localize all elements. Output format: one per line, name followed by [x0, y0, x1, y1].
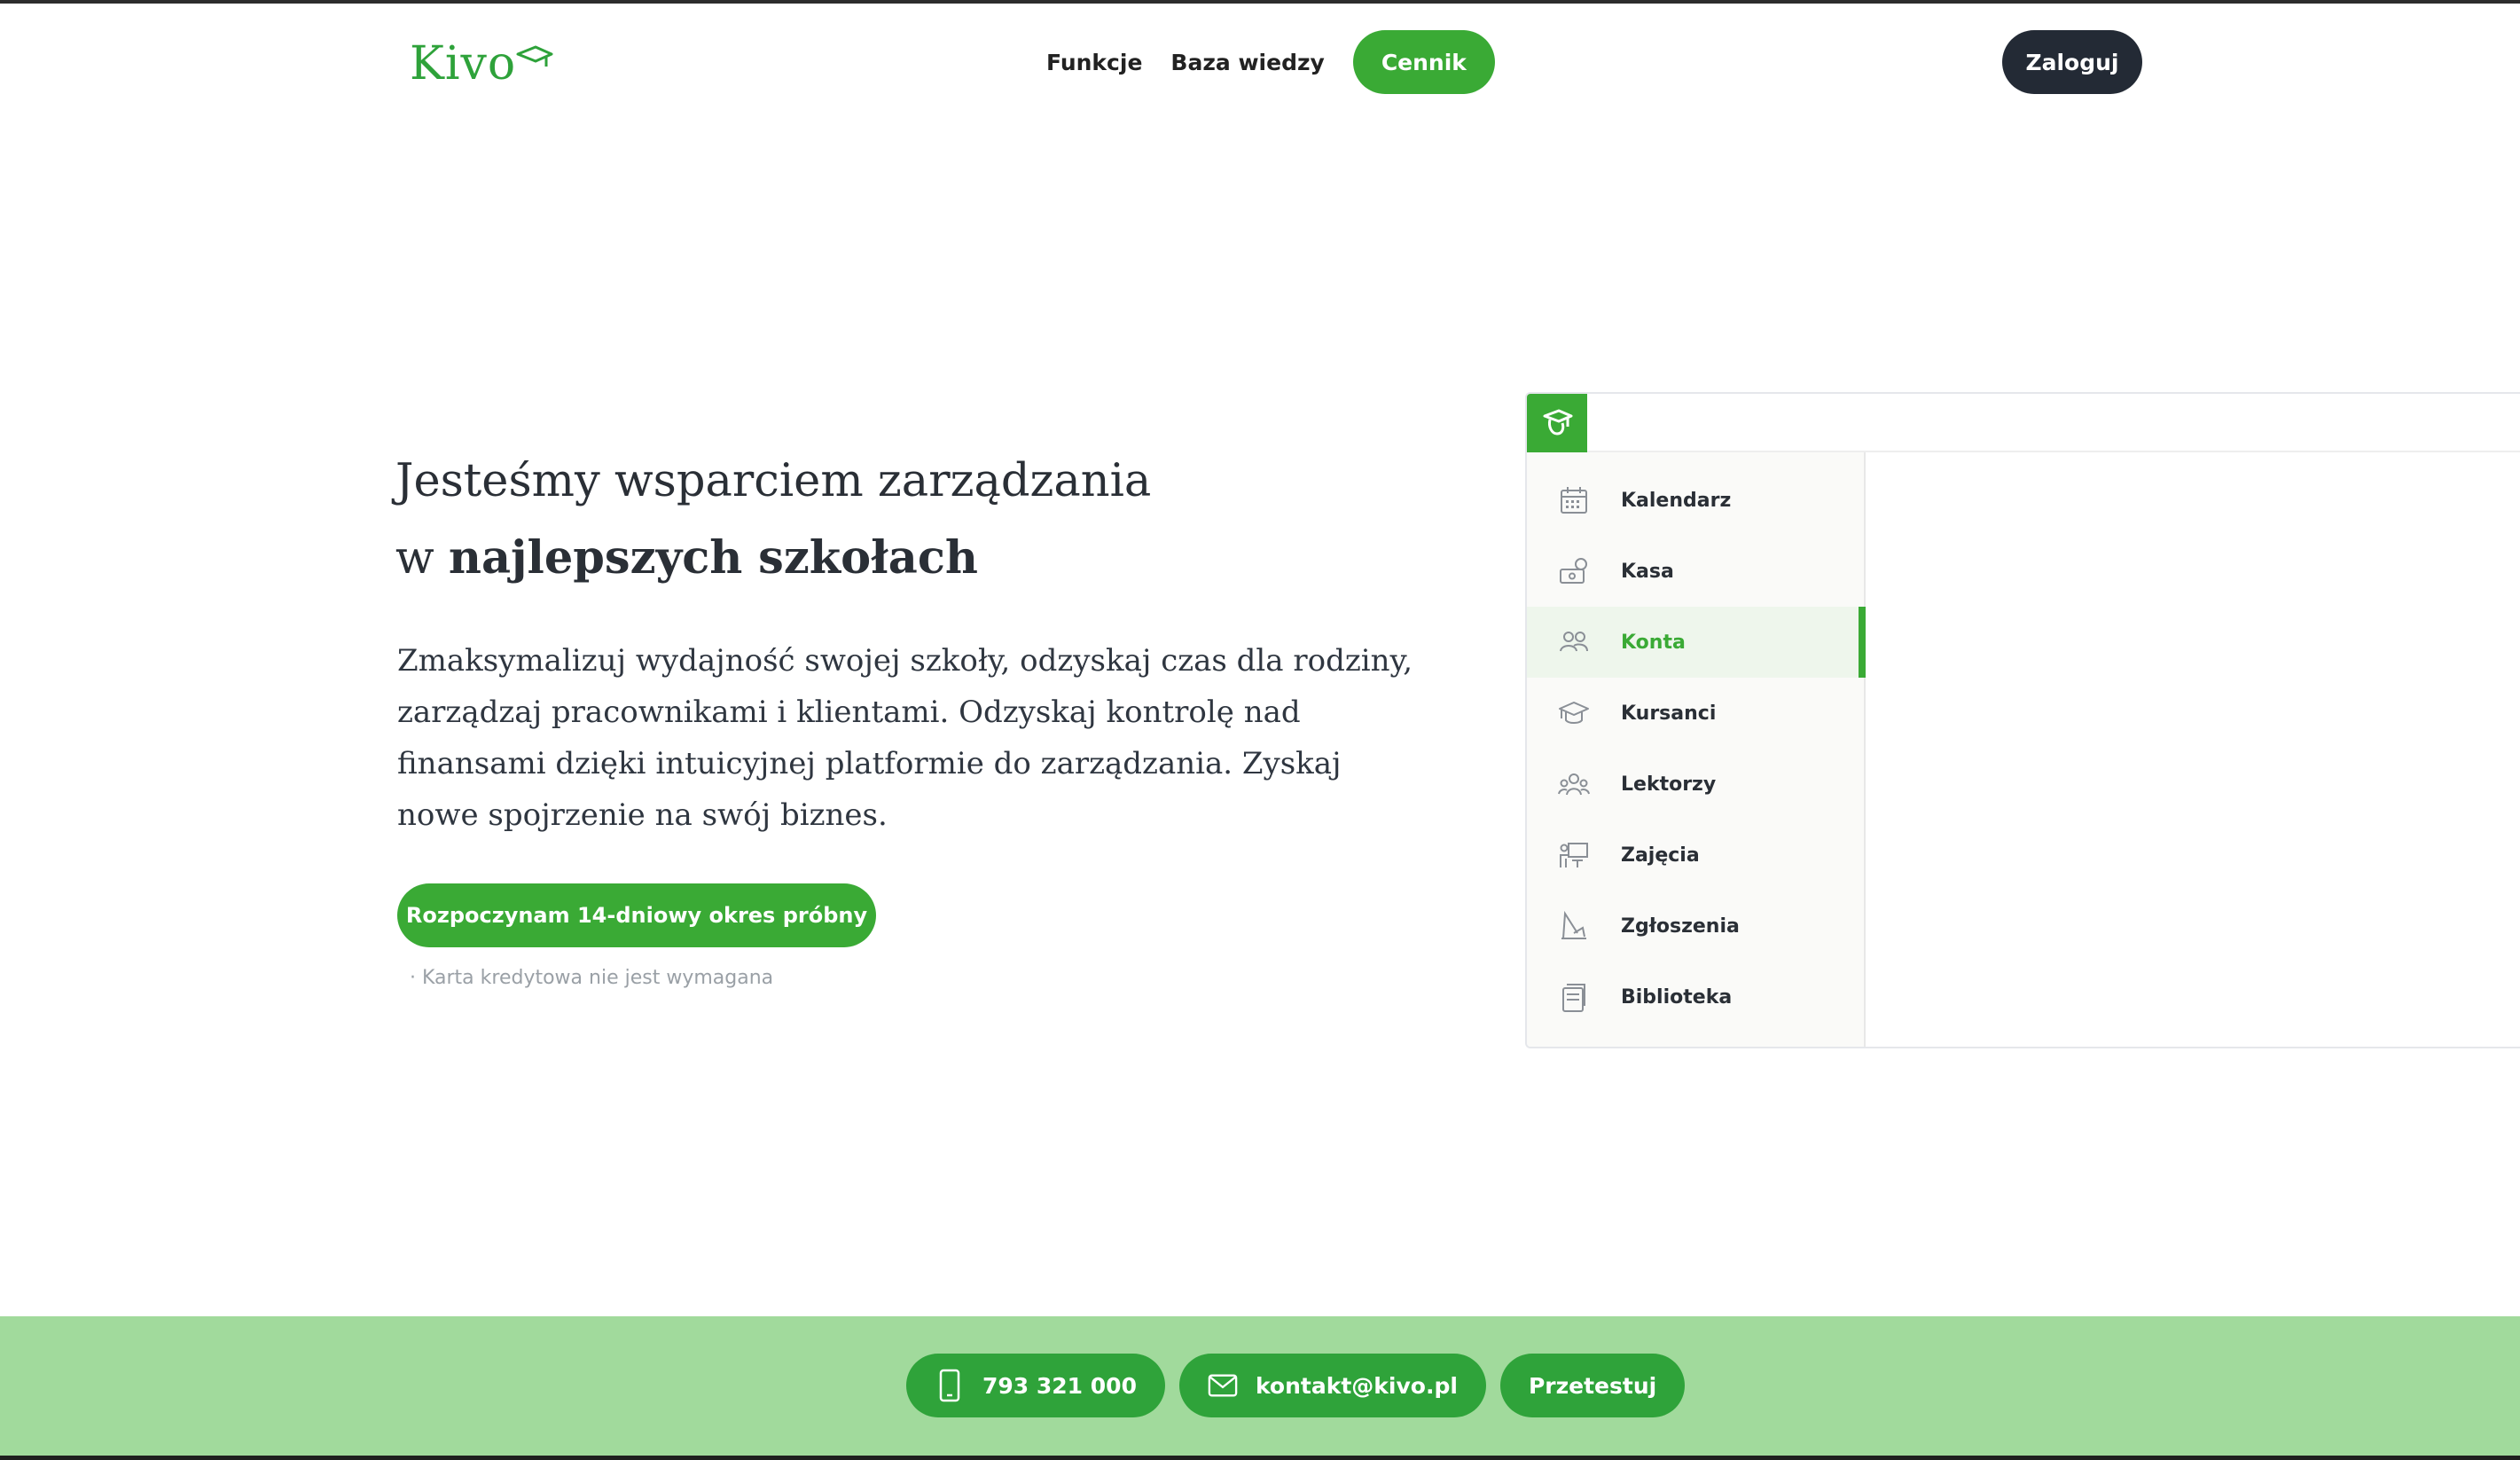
kivo-logo[interactable]: Kivo	[410, 35, 553, 92]
library-icon	[1557, 980, 1591, 1014]
app-topbar	[1527, 394, 2520, 452]
app-sidebar: Kalendarz Kasa Konta Kursanci Lektorzy Zajęci…	[1527, 452, 1866, 1047]
sidebar-item-zajęcia[interactable]: Zajęcia	[1527, 820, 1866, 891]
sidebar-item-label: Zgłoszenia	[1621, 914, 1740, 938]
footer-buttons: 793 321 000 kontakt@kivo.pl Przetestuj	[906, 1354, 1686, 1417]
nav-knowledge-base-link[interactable]: Baza wiedzy	[1170, 50, 1324, 75]
hero-title-prefix: w	[395, 532, 449, 585]
hero-title: Jesteśmy wsparciem zarządzania w najleps…	[395, 443, 1193, 597]
hero-title-bold: najlepszych szkołach	[448, 531, 978, 585]
sidebar-item-label: Zajęcia	[1621, 844, 1700, 867]
email-address: kontakt@kivo.pl	[1255, 1372, 1458, 1399]
mail-icon	[1208, 1370, 1238, 1401]
sidebar-item-label: Kalendarz	[1621, 489, 1732, 512]
sidebar-item-konta[interactable]: Konta	[1527, 607, 1866, 678]
app-logo-icon	[1543, 409, 1573, 436]
bottom-border	[0, 1456, 2520, 1460]
hero-title-line2: w najlepszych szkołach	[395, 520, 1193, 597]
email-button[interactable]: kontakt@kivo.pl	[1178, 1354, 1486, 1417]
sidebar-item-kalendarz[interactable]: Kalendarz	[1527, 465, 1866, 536]
try-button[interactable]: Przetestuj	[1499, 1354, 1686, 1417]
classes-icon	[1557, 838, 1591, 872]
logo-text: Kivo	[410, 37, 517, 90]
hero-title-line1: Jesteśmy wsparciem zarządzania	[395, 455, 1152, 507]
sidebar-item-biblioteka[interactable]: Biblioteka	[1527, 962, 1866, 1032]
sidebar-item-zgłoszenia[interactable]: Zgłoszenia	[1527, 891, 1866, 962]
sidebar-item-label: Kasa	[1621, 560, 1674, 583]
phone-button[interactable]: 793 321 000	[906, 1354, 1165, 1417]
sidebar-item-lektorzy[interactable]: Lektorzy	[1527, 749, 1866, 820]
graduation-cap-icon	[1557, 696, 1591, 730]
sidebar-item-kursanci[interactable]: Kursanci	[1527, 678, 1866, 749]
calendar-icon	[1557, 483, 1591, 517]
users-icon	[1557, 625, 1591, 659]
sidebar-item-kasa[interactable]: Kasa	[1527, 536, 1866, 607]
hero-description: Zmaksymalizuj wydajność swojej szkoły, o…	[397, 643, 1413, 833]
no-credit-card-note: · Karta kredytowa nie jest wymagana	[410, 967, 774, 989]
app-logo	[1527, 394, 1587, 452]
cash-icon	[1557, 554, 1591, 588]
sidebar-item-label: Biblioteka	[1621, 985, 1733, 1009]
sidebar-item-label: Konta	[1621, 631, 1686, 654]
main-nav: Funkcje Baza wiedzy Cennik	[1046, 30, 1495, 94]
graduation-cap-icon	[516, 45, 553, 67]
nav-pricing-button[interactable]: Cennik	[1352, 30, 1495, 94]
app-preview: Kalendarz Kasa Konta Kursanci Lektorzy Zajęci…	[1525, 392, 2520, 1048]
start-trial-button[interactable]: Rozpoczynam 14-dniowy okres próbny	[397, 883, 876, 947]
top-border	[0, 0, 2520, 4]
sidebar-item-label: Kursanci	[1621, 702, 1717, 725]
nav-features-link[interactable]: Funkcje	[1046, 50, 1142, 75]
requests-icon	[1557, 909, 1591, 943]
sidebar-item-label: Lektorzy	[1621, 773, 1717, 796]
teachers-icon	[1557, 767, 1591, 801]
contact-footer: 793 321 000 kontakt@kivo.pl Przetestuj	[0, 1316, 2520, 1456]
phone-number: 793 321 000	[982, 1372, 1137, 1399]
phone-icon	[935, 1369, 965, 1402]
login-button[interactable]: Zaloguj	[2002, 30, 2142, 94]
